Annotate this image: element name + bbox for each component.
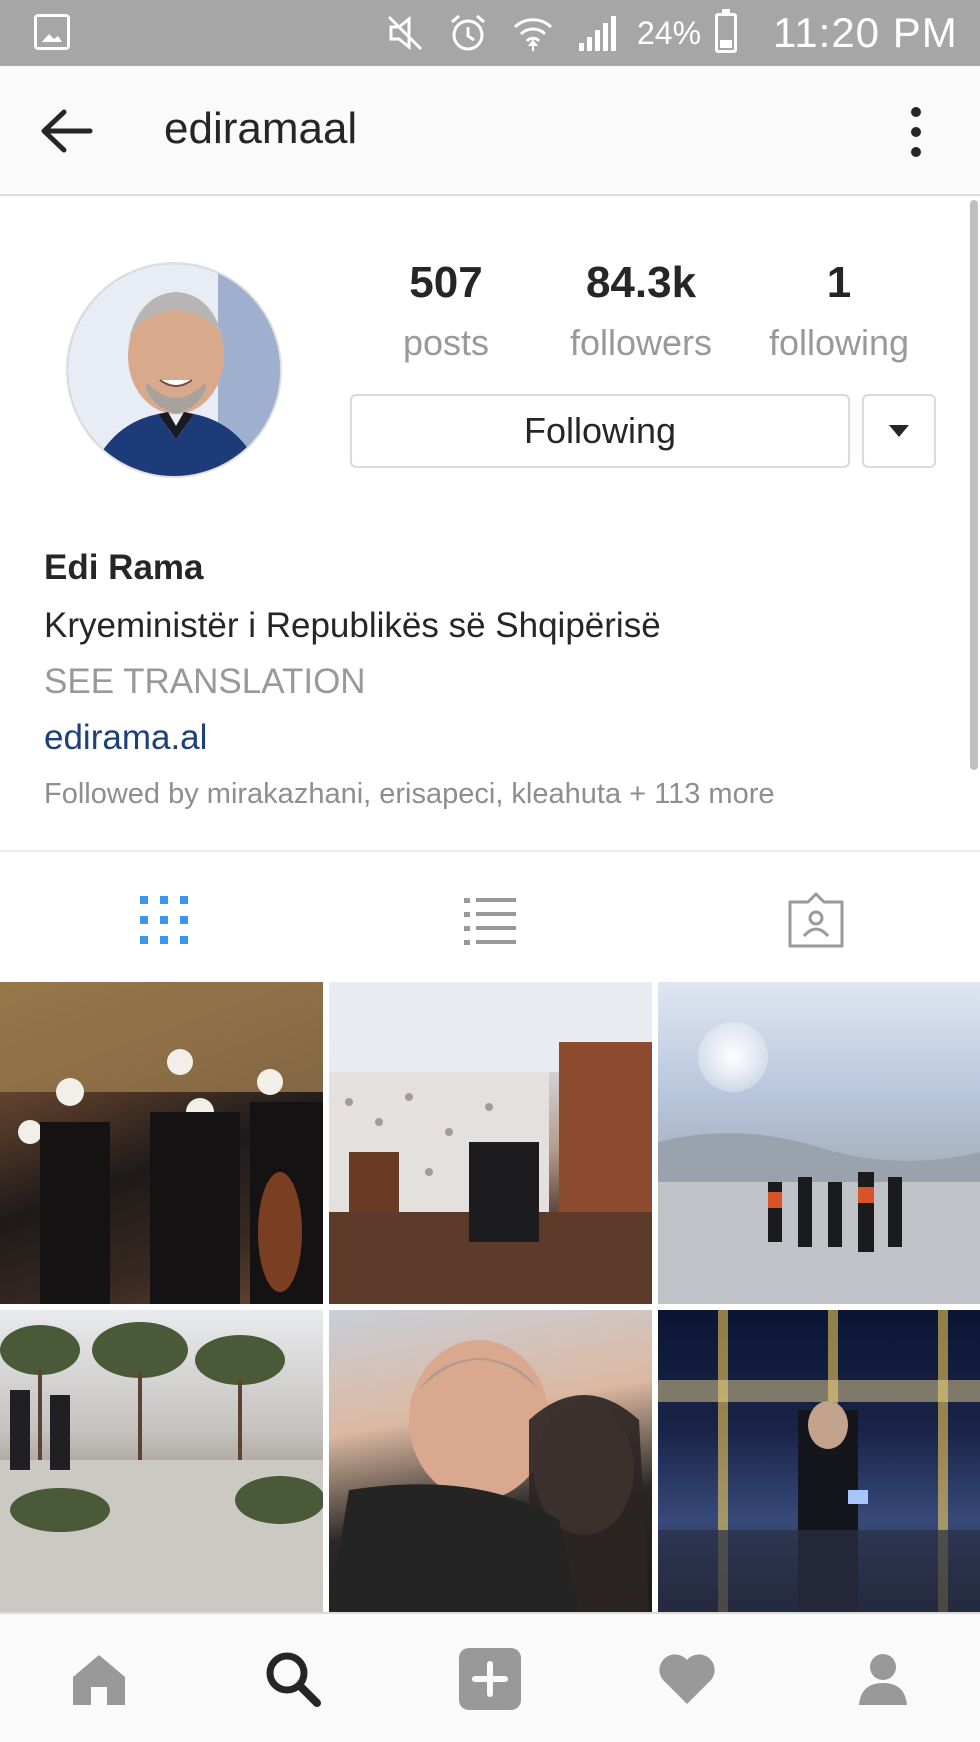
clock: 11:20 PM bbox=[773, 9, 958, 56]
grid-icon[interactable] bbox=[134, 890, 194, 950]
profile-name: Edi Rama bbox=[44, 548, 204, 587]
bio-text: Kryeministër i Republikës së Shqipërisë bbox=[44, 606, 661, 645]
signal-icon bbox=[579, 16, 616, 51]
posts-count: 507 bbox=[409, 258, 483, 307]
avatar[interactable] bbox=[66, 262, 282, 478]
website-link[interactable]: edirama.al bbox=[44, 718, 944, 758]
nav-activity[interactable] bbox=[652, 1644, 722, 1714]
following-count: 1 bbox=[826, 258, 852, 307]
posts-stat[interactable]: 507 posts bbox=[386, 258, 506, 364]
following-stat[interactable]: 1 following bbox=[756, 258, 922, 364]
battery-percentage: 24% bbox=[637, 14, 702, 51]
posts-label: posts bbox=[402, 322, 490, 363]
following-button[interactable]: Following bbox=[350, 394, 850, 468]
photo-thumbnail[interactable] bbox=[658, 982, 980, 1304]
followers-count: 84.3k bbox=[585, 258, 697, 307]
status-bar: 24% 11:20 PM bbox=[0, 0, 980, 66]
mute-icon bbox=[387, 15, 423, 51]
followers-stat[interactable]: 84.3k followers bbox=[556, 258, 726, 364]
photo-thumbnail[interactable] bbox=[0, 982, 323, 1304]
wifi-icon bbox=[513, 18, 553, 51]
photo-thumbnail[interactable] bbox=[0, 1310, 323, 1612]
nav-search[interactable] bbox=[258, 1644, 328, 1714]
nav-home[interactable] bbox=[64, 1644, 134, 1714]
photo-thumbnail[interactable] bbox=[658, 1310, 980, 1612]
tagged-photos-icon[interactable] bbox=[786, 890, 846, 950]
triangle-down-icon bbox=[889, 425, 909, 437]
add-post-icon bbox=[459, 1648, 521, 1710]
photo-thumbnail[interactable] bbox=[329, 1310, 652, 1612]
profile-view-tabs bbox=[0, 850, 980, 982]
battery-icon bbox=[715, 9, 738, 53]
alarm-icon bbox=[451, 14, 485, 51]
app-header: ediramaal bbox=[0, 66, 980, 196]
see-translation-link[interactable]: SEE TRANSLATION bbox=[44, 662, 944, 702]
list-icon[interactable] bbox=[460, 890, 520, 950]
nav-add-post[interactable] bbox=[455, 1644, 525, 1714]
scrollbar[interactable] bbox=[970, 200, 978, 770]
followed-by-text[interactable]: Followed by mirakazhani, erisapeci, klea… bbox=[44, 778, 944, 811]
more-vertical-icon[interactable] bbox=[896, 104, 936, 160]
bottom-navigation bbox=[0, 1612, 980, 1742]
profile-icon bbox=[859, 1654, 907, 1705]
photo-grid bbox=[0, 982, 980, 1612]
followers-label: followers bbox=[569, 322, 713, 363]
following-label: following bbox=[768, 322, 910, 363]
heart-icon bbox=[659, 1654, 715, 1704]
search-icon bbox=[266, 1652, 321, 1707]
header-username: ediramaal bbox=[164, 104, 358, 153]
arrow-left-icon[interactable] bbox=[38, 106, 94, 156]
nav-profile[interactable] bbox=[848, 1644, 918, 1714]
home-icon bbox=[73, 1655, 125, 1705]
profile-bio: Edi Rama Kryeministër i Republikës së Sh… bbox=[44, 548, 944, 811]
photo-thumbnail[interactable] bbox=[329, 982, 652, 1304]
follow-options-button[interactable] bbox=[862, 394, 936, 468]
gallery-icon bbox=[34, 14, 70, 50]
